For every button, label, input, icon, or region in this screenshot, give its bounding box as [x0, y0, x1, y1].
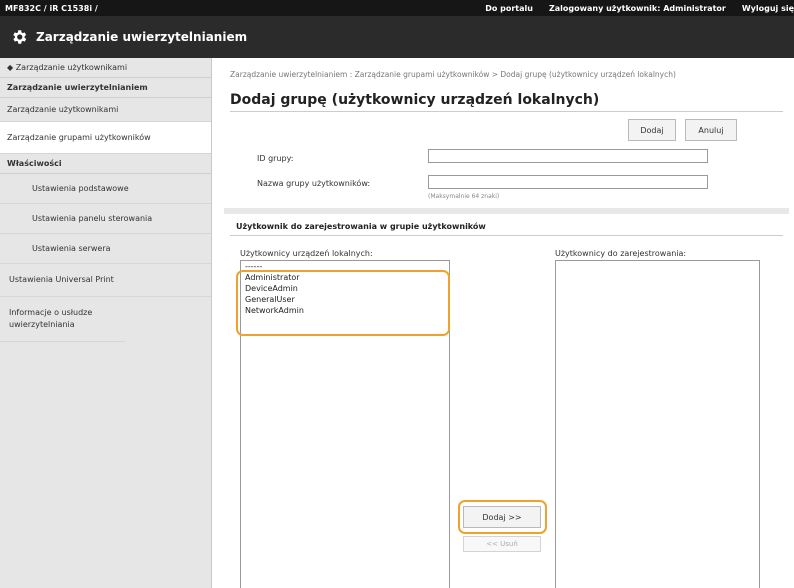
page-title: Dodaj grupę (użytkownicy urządzeń lokaln…: [230, 92, 600, 108]
local-users-label: Użytkownicy urządzeń lokalnych:: [240, 249, 373, 258]
sidebar-item-panel-settings[interactable]: Ustawienia panelu sterowania: [0, 204, 211, 234]
top-links: Do portalu Zalogowany użytkownik: Admini…: [485, 4, 794, 13]
title-bar: Zarządzanie uwierzytelnianiem: [0, 16, 794, 58]
highlight-frame: [236, 270, 450, 336]
section-title: Użytkownik do zarejestrowania w grupie u…: [236, 222, 486, 231]
top-bar: MF832C / iR C1538i / Do portalu Zalogowa…: [0, 0, 794, 16]
sidebar-item-basic-settings[interactable]: Ustawienia podstawowe: [0, 174, 211, 204]
portal-link[interactable]: Do portalu: [485, 4, 533, 13]
group-name-label: Nazwa grupy użytkowników:: [257, 179, 371, 188]
group-name-hint: (Maksymalnie 64 znaki): [428, 193, 500, 200]
register-users-listbox[interactable]: [555, 260, 760, 588]
cancel-button[interactable]: Anuluj: [685, 119, 737, 141]
sidebar-item-universal-print[interactable]: Ustawienia Universal Print: [0, 264, 211, 297]
gear-icon: [13, 30, 27, 44]
remove-from-list-button[interactable]: << Usuń: [463, 536, 541, 552]
group-id-input[interactable]: [428, 149, 708, 163]
group-id-label: ID grupy:: [257, 154, 294, 163]
logout-link[interactable]: Wyloguj się: [742, 4, 794, 13]
sidebar-item-users[interactable]: Zarządzanie użytkownikami: [0, 98, 211, 122]
breadcrumb: Zarządzanie uwierzytelnianiem : Zarządza…: [230, 70, 676, 79]
divider: [230, 235, 783, 236]
page: MF832C / iR C1538i / Do portalu Zalogowa…: [0, 0, 794, 588]
sidebar-item-auth-info[interactable]: Informacje o usłudze uwierzytelniania: [0, 297, 125, 342]
sidebar: ◆ Zarządzanie użytkownikami Zarządzanie …: [0, 58, 212, 588]
sidebar-item-groups[interactable]: Zarządzanie grupami użytkowników: [0, 122, 211, 154]
app-title: Zarządzanie uwierzytelnianiem: [36, 30, 248, 44]
group-name-input[interactable]: [428, 175, 708, 189]
sidebar-section-properties: Właściwości: [0, 154, 211, 174]
main-content: Zarządzanie uwierzytelnianiem : Zarządza…: [212, 58, 794, 588]
section-separator: [224, 208, 789, 214]
device-name: MF832C / iR C1538i /: [5, 3, 98, 13]
highlight-frame: [458, 500, 547, 534]
add-button[interactable]: Dodaj: [628, 119, 676, 141]
divider: [230, 111, 783, 112]
sidebar-item-server-settings[interactable]: Ustawienia serwera: [0, 234, 211, 264]
sidebar-back-link[interactable]: ◆ Zarządzanie użytkownikami: [0, 58, 211, 78]
sidebar-section-auth: Zarządzanie uwierzytelnianiem: [0, 78, 211, 98]
register-users-label: Użytkownicy do zarejestrowania:: [555, 249, 687, 258]
logged-user-text: Zalogowany użytkownik: Administrator: [548, 3, 726, 13]
